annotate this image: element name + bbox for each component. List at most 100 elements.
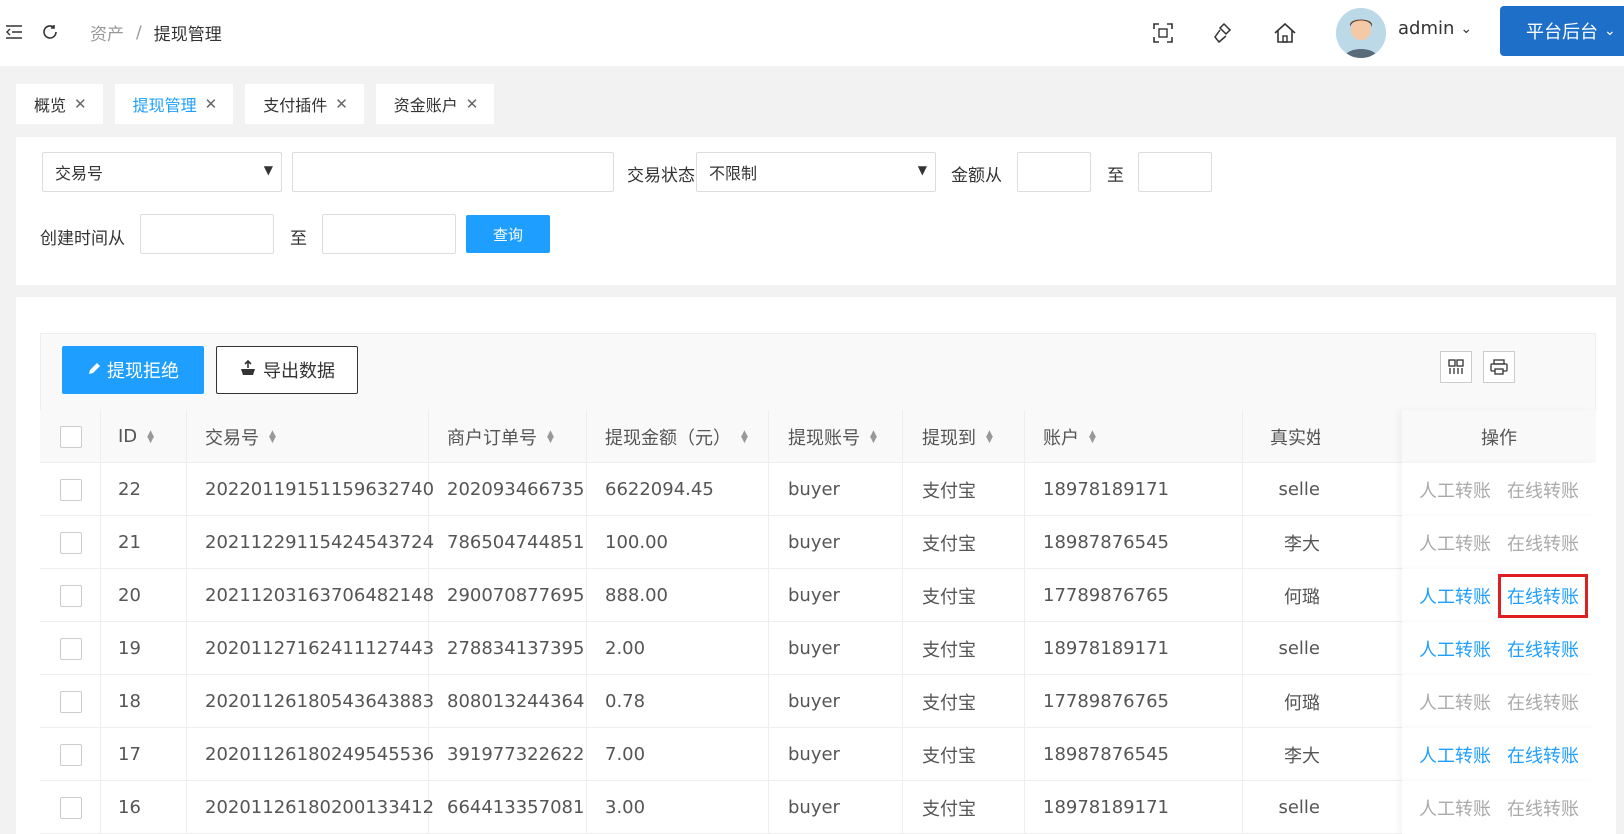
table-header-row: ID ▲ ▼ 交易号 ▲ ▼ 商户订单号 ▲ ▼ 提现金额（元） ▲ ▼ 提现账号 ▲ ▼ 提现到 ▲… — [40, 410, 1596, 463]
column-header-withdraw-to[interactable]: 提现到 ▲ ▼ — [922, 410, 993, 463]
platform-admin-button[interactable]: 平台后台 ⌄ — [1500, 6, 1624, 56]
collapse-menu-icon[interactable] — [4, 22, 24, 42]
table-row: 20 20211203163706482148 290070877695 888.00… — [40, 569, 1596, 622]
amount-from-input[interactable] — [1017, 152, 1091, 192]
close-icon[interactable]: ✕ — [466, 95, 479, 113]
amount-to-input[interactable] — [1138, 152, 1212, 192]
cell-id: 21 — [118, 532, 141, 553]
home-icon[interactable] — [1272, 20, 1298, 46]
row-checkbox[interactable] — [60, 675, 82, 728]
column-header-id[interactable]: ID ▲ ▼ — [118, 410, 154, 463]
sort-icon[interactable]: ▲ ▼ — [147, 429, 154, 444]
manual-transfer-link[interactable]: 人工转账 — [1419, 583, 1491, 609]
column-header-real-name[interactable]: 真实姓 — [1270, 410, 1320, 463]
tab-withdraw-management[interactable]: 提现管理 ✕ — [114, 84, 234, 124]
search-field-value: 交易号 — [55, 164, 104, 183]
sort-icon[interactable]: ▲ ▼ — [547, 429, 554, 444]
sort-icon[interactable]: ▲ ▼ — [870, 429, 877, 444]
column-header-withdraw-account[interactable]: 提现账号 ▲ ▼ — [788, 410, 877, 463]
column-header-trade-no[interactable]: 交易号 ▲ ▼ — [205, 410, 276, 463]
cell-real-name: selle — [1278, 479, 1320, 500]
tab-payment-plugins[interactable]: 支付插件 ✕ — [245, 84, 364, 124]
cell-withdraw-to: 支付宝 — [922, 533, 976, 555]
row-checkbox[interactable] — [60, 516, 82, 569]
sort-icon[interactable]: ▲ ▼ — [269, 429, 276, 444]
row-checkbox[interactable] — [60, 781, 82, 834]
close-icon[interactable]: ✕ — [74, 95, 87, 113]
online-transfer-link[interactable]: 在线转账 — [1507, 636, 1579, 662]
cell-order-no: 278834137395 — [447, 638, 585, 659]
table-row: 21 20211229115424543724 786504744851 100.00… — [40, 516, 1596, 569]
online-transfer-link[interactable]: 在线转账 — [1507, 477, 1579, 503]
withdraw-table: ID ▲ ▼ 交易号 ▲ ▼ 商户订单号 ▲ ▼ 提现金额（元） ▲ ▼ 提现账号 ▲ ▼ 提现到 ▲… — [40, 410, 1596, 834]
search-keyword-input[interactable] — [292, 152, 614, 192]
row-checkbox[interactable] — [60, 569, 82, 622]
column-header-actions: 操作 — [1402, 410, 1596, 463]
cell-withdraw-account: buyer — [788, 797, 840, 818]
select-all-checkbox[interactable] — [60, 410, 82, 463]
row-actions: 人工转账 在线转账 — [1402, 781, 1596, 834]
online-transfer-link[interactable]: 在线转账 — [1507, 530, 1579, 556]
sort-icon[interactable]: ▲ ▼ — [986, 429, 993, 444]
status-select[interactable]: 不限制 ▼ — [696, 152, 936, 192]
caret-down-icon: ▼ — [917, 163, 927, 177]
cell-order-no: 202093466735 — [447, 479, 585, 500]
manual-transfer-link[interactable]: 人工转账 — [1419, 795, 1491, 821]
cell-account: 18987876545 — [1043, 744, 1169, 765]
cell-trade-no: 20201126180249545536 — [205, 744, 435, 765]
online-transfer-link[interactable]: 在线转账 — [1507, 742, 1579, 768]
chevron-down-icon: ⌄ — [1460, 20, 1473, 37]
close-icon[interactable]: ✕ — [205, 95, 218, 113]
search-field-select[interactable]: 交易号 ▼ — [42, 152, 282, 192]
row-actions: 人工转账 在线转账 — [1402, 622, 1596, 675]
row-checkbox[interactable] — [60, 463, 82, 516]
export-data-button[interactable]: 导出数据 — [216, 346, 358, 394]
column-header-order-no[interactable]: 商户订单号 ▲ ▼ — [447, 410, 554, 463]
close-icon[interactable]: ✕ — [335, 95, 348, 113]
tab-fund-account[interactable]: 资金账户 ✕ — [375, 84, 495, 124]
online-transfer-link[interactable]: 在线转账 — [1498, 573, 1588, 618]
online-transfer-link[interactable]: 在线转账 — [1507, 689, 1579, 715]
created-from-input[interactable] — [140, 214, 274, 254]
column-header-account[interactable]: 账户 ▲ ▼ — [1043, 410, 1096, 463]
column-header-label: 提现账号 — [788, 427, 860, 449]
cell-account: 17789876765 — [1043, 585, 1169, 606]
user-menu[interactable]: admin ⌄ — [1398, 18, 1472, 39]
created-to-input[interactable] — [322, 214, 456, 254]
export-data-label: 导出数据 — [263, 361, 335, 382]
sort-icon[interactable]: ▲ ▼ — [1089, 429, 1096, 444]
manual-transfer-link[interactable]: 人工转账 — [1419, 530, 1491, 556]
column-header-amount[interactable]: 提现金额（元） ▲ ▼ — [605, 410, 748, 463]
query-button[interactable]: 查询 — [466, 215, 550, 253]
row-checkbox[interactable] — [60, 622, 82, 675]
created-from-label: 创建时间从 — [40, 229, 125, 249]
column-filter-icon[interactable] — [1440, 351, 1472, 383]
manual-transfer-link[interactable]: 人工转账 — [1419, 689, 1491, 715]
sort-icon[interactable]: ▲ ▼ — [741, 429, 748, 444]
cell-id: 16 — [118, 797, 141, 818]
column-header-label: 操作 — [1481, 427, 1517, 449]
online-transfer-link[interactable]: 在线转账 — [1507, 795, 1579, 821]
fullscreen-icon[interactable] — [1150, 20, 1176, 46]
row-checkbox[interactable] — [60, 728, 82, 781]
tab-label: 概览 — [34, 96, 67, 115]
manual-transfer-link[interactable]: 人工转账 — [1419, 636, 1491, 662]
refresh-icon[interactable] — [40, 22, 60, 42]
tab-overview[interactable]: 概览 ✕ — [16, 84, 103, 124]
cell-amount: 0.78 — [605, 691, 646, 712]
row-actions: 人工转账 在线转账 — [1402, 463, 1596, 516]
row-actions: 人工转账 在线转账 — [1402, 675, 1596, 728]
column-header-label: 交易号 — [205, 427, 259, 449]
cell-trade-no: 20211229115424543724 — [205, 532, 435, 553]
clear-cache-brush-icon[interactable] — [1210, 20, 1236, 46]
manual-transfer-link[interactable]: 人工转账 — [1419, 477, 1491, 503]
manual-transfer-link[interactable]: 人工转账 — [1419, 742, 1491, 768]
withdraw-reject-button[interactable]: 提现拒绝 — [62, 346, 204, 394]
chevron-down-icon: ⌄ — [1604, 23, 1616, 39]
cell-amount: 6622094.45 — [605, 479, 714, 500]
print-icon[interactable] — [1483, 351, 1515, 383]
avatar[interactable] — [1336, 8, 1386, 58]
tab-label: 提现管理 — [132, 96, 197, 115]
breadcrumb-item[interactable]: 资产 — [90, 20, 124, 45]
cell-withdraw-to: 支付宝 — [922, 586, 976, 608]
